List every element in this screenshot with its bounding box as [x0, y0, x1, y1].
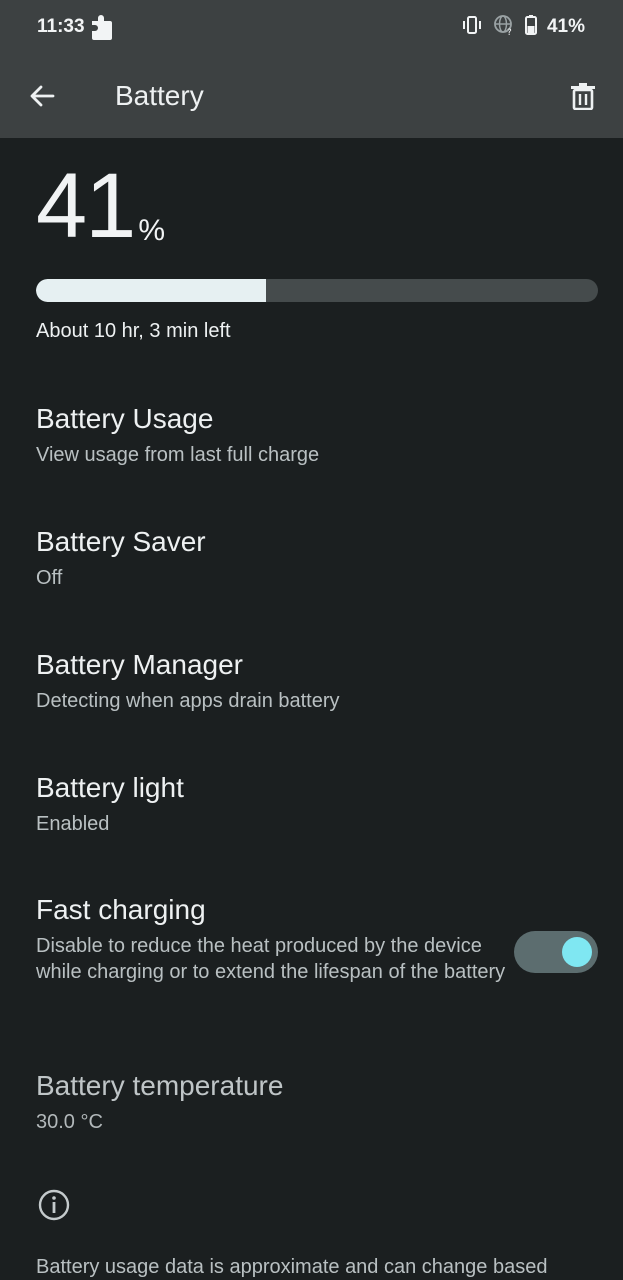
pref-summary: Disable to reduce the heat produced by t… [36, 934, 506, 983]
battery-light-item[interactable]: Battery light Enabled [36, 771, 598, 837]
battery-saver-item[interactable]: Battery Saver Off [36, 525, 598, 591]
trash-icon [571, 83, 595, 110]
page-title: Battery [115, 80, 204, 111]
fast-charging-toggle[interactable] [514, 931, 598, 973]
svg-text:?: ? [507, 28, 512, 36]
battery-level-number: 41 [36, 155, 136, 257]
battery-level-bar-fill [36, 279, 267, 302]
arrow-left-icon [30, 85, 55, 107]
status-icons: ? 41% [461, 14, 585, 40]
pref-summary: Off [36, 566, 63, 589]
toggle-thumb [562, 937, 592, 967]
battery-time-left: About 10 hr, 3 min left [36, 320, 231, 342]
app-bar: Battery [0, 54, 623, 138]
battery-level-display: 41 % [36, 160, 165, 252]
header: 11:33 ? 41% Battery [0, 0, 623, 138]
pref-title: Battery Manager [36, 649, 243, 680]
network-unknown-icon: ? [493, 14, 515, 41]
pref-title: Battery Saver [36, 526, 206, 557]
notification-puzzle-icon [90, 12, 114, 42]
vibrate-icon [461, 15, 483, 40]
battery-manager-item[interactable]: Battery Manager Detecting when apps drai… [36, 648, 598, 714]
footer-note: Battery usage data is approximate and ca… [36, 1256, 548, 1278]
back-button[interactable] [22, 74, 62, 118]
battery-level-unit: % [138, 214, 166, 247]
fast-charging-item[interactable]: Fast charging Disable to reduce the heat… [36, 893, 506, 985]
battery-usage-item[interactable]: Battery Usage View usage from last full … [36, 402, 598, 468]
pref-title: Battery temperature [36, 1070, 284, 1101]
status-bar: 11:33 ? 41% [0, 0, 623, 54]
pref-title: Fast charging [36, 894, 206, 925]
battery-icon [524, 14, 537, 40]
pref-summary: View usage from last full charge [36, 443, 320, 466]
info-icon [37, 1188, 71, 1222]
status-battery-percent: 41% [546, 16, 585, 37]
pref-summary: 30.0 °C [36, 1110, 103, 1133]
delete-button[interactable] [561, 74, 605, 118]
status-time: 11:33 [37, 16, 85, 37]
battery-level-bar [36, 279, 598, 302]
pref-title: Battery light [36, 772, 184, 803]
pref-summary: Detecting when apps drain battery [36, 689, 340, 712]
battery-settings-screen: 11:33 ? 41% Battery 41 % About 10 hr, 3 … [0, 0, 623, 1280]
pref-summary: Enabled [36, 812, 110, 835]
pref-title: Battery Usage [36, 403, 214, 434]
battery-temperature-item: Battery temperature 30.0 °C [36, 1069, 598, 1135]
